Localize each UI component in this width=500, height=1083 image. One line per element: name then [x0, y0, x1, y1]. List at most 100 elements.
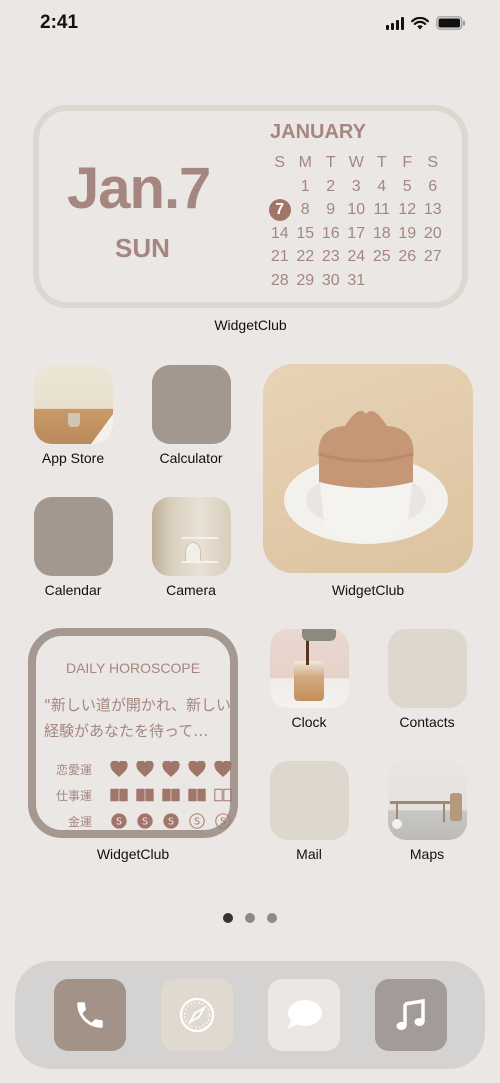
- app-clock[interactable]: Clock: [269, 629, 349, 730]
- calculator-icon: [151, 365, 231, 444]
- calendar-day: 3: [351, 177, 361, 195]
- dock: [15, 961, 485, 1069]
- dock-music[interactable]: [375, 979, 447, 1051]
- phone-icon: [77, 1002, 103, 1028]
- dock-phone[interactable]: [54, 979, 126, 1051]
- horoscope-widget-label: WidgetClub: [96, 846, 170, 862]
- coin-outline-icon: S: [188, 812, 206, 830]
- horoscope-row: 仕事運: [42, 782, 232, 808]
- calendar-day: 8: [300, 201, 310, 219]
- coin-filled-icon: S: [136, 812, 154, 830]
- calendar-day-header: T: [376, 154, 387, 171]
- calendar-day: [369, 269, 395, 293]
- svg-text:S: S: [142, 817, 148, 828]
- app-maps[interactable]: Maps: [387, 761, 467, 862]
- status-icons: [386, 16, 466, 30]
- calendar-day-header: S: [427, 154, 439, 171]
- app-calendar[interactable]: Calendar: [33, 497, 113, 598]
- book-filled-icon: [110, 786, 128, 804]
- calendar-day: [395, 269, 421, 293]
- calendar-day-header: M: [298, 154, 312, 171]
- app-camera[interactable]: Camera: [151, 497, 231, 598]
- app-calculator[interactable]: Calculator: [151, 365, 231, 466]
- heart-filled-icon: [136, 760, 154, 778]
- calendar-day: [267, 175, 293, 199]
- heart-filled-icon: [110, 760, 128, 778]
- calendar-day: 22: [296, 248, 315, 266]
- horoscope-row: 恋愛運: [42, 756, 232, 782]
- calendar-day-header: S: [274, 154, 286, 171]
- calendar-day: 13: [423, 201, 442, 219]
- calendar-day: 26: [398, 248, 417, 266]
- battery-icon: [436, 16, 466, 30]
- app-label: Maps: [409, 846, 445, 862]
- coffee-photo: [284, 410, 448, 544]
- app-mail[interactable]: Mail: [269, 761, 349, 862]
- coin-filled-icon: S: [162, 812, 180, 830]
- heart-filled-icon: [188, 760, 206, 778]
- page-indicator[interactable]: [223, 913, 277, 923]
- page-dot[interactable]: [267, 913, 277, 923]
- status-bar: 2:41: [0, 0, 500, 50]
- camera-icon: [151, 497, 231, 576]
- calendar-icon: [33, 497, 113, 576]
- calendar-day: 5: [402, 177, 412, 195]
- svg-text:S: S: [116, 817, 122, 828]
- music-icon: [396, 998, 425, 1030]
- calendar-day: 30: [321, 271, 340, 289]
- calendar-day: 27: [423, 248, 442, 266]
- app-app-store[interactable]: App Store: [33, 365, 113, 466]
- coin-filled-icon: S: [110, 812, 128, 830]
- calendar-day: [420, 269, 446, 293]
- calendar-day: 2: [326, 177, 336, 195]
- dock-safari[interactable]: [161, 979, 233, 1051]
- calendar-day: 12: [398, 201, 417, 219]
- calendar-day: 9: [326, 201, 336, 219]
- horoscope-row-label: 仕事運: [55, 788, 92, 803]
- book-filled-icon: [188, 786, 206, 804]
- horoscope-quote: "新しい道が開かれ、新しい経験があなたを待って…: [44, 696, 232, 740]
- svg-text:S: S: [168, 817, 174, 828]
- calendar-day: 14: [270, 224, 289, 242]
- mail-icon: [269, 761, 349, 840]
- calendar-day: 18: [372, 224, 391, 242]
- photo-widget[interactable]: [263, 364, 473, 573]
- calendar-day-header: T: [325, 154, 336, 171]
- safari-icon: [179, 997, 215, 1033]
- calendar-day: 20: [423, 224, 442, 242]
- clock-icon: [269, 629, 349, 708]
- calendar-day: 23: [321, 248, 340, 266]
- calendar-day: 16: [321, 224, 340, 242]
- dock-messages[interactable]: [268, 979, 340, 1051]
- calendar-day: 4: [377, 177, 387, 195]
- calendar-widget[interactable]: Jan.7 SUN JANUARY S M T W T F S 1 2 3 4 5 6 7 8 9 10 11 12…: [33, 105, 468, 308]
- book-filled-icon: [162, 786, 180, 804]
- calendar-day: 11: [373, 201, 391, 219]
- calendar-day: 15: [296, 224, 315, 242]
- status-time: 2:41: [40, 12, 79, 33]
- cellular-signal-icon: [386, 16, 404, 30]
- page-dot[interactable]: [245, 913, 255, 923]
- app-label: Calculator: [159, 450, 223, 466]
- app-label: Mail: [296, 846, 322, 862]
- calendar-day: 17: [347, 224, 366, 242]
- app-label: Clock: [291, 714, 327, 730]
- page-dot[interactable]: [223, 913, 233, 923]
- calendar-grid: S M T W T F S 1 2 3 4 5 6 7 8 9 10 11 12 13 14 15 16 17 18 19 20 21…: [267, 151, 446, 293]
- calendar-day: 1: [300, 177, 310, 195]
- horoscope-widget[interactable]: DAILY HOROSCOPE "新しい道が開かれ、新しい経験があなたを待って……: [28, 628, 238, 838]
- calendar-day: 31: [347, 271, 366, 289]
- messages-icon: [287, 1000, 322, 1029]
- book-outline-icon: [214, 786, 232, 804]
- calendar-day: 21: [270, 248, 289, 266]
- app-contacts[interactable]: Contacts: [387, 629, 467, 730]
- calendar-day: 6: [428, 177, 438, 195]
- maps-icon: [387, 761, 467, 840]
- svg-text:S: S: [220, 817, 226, 828]
- horoscope-ratings: 恋愛運仕事運金運 S S S S S: [42, 756, 232, 834]
- calendar-big-date: Jan.7: [67, 156, 211, 221]
- app-label: Calendar: [44, 582, 102, 598]
- calendar-day: 25: [372, 248, 391, 266]
- horoscope-row-label: 金運: [67, 814, 92, 829]
- app-label: App Store: [41, 450, 105, 466]
